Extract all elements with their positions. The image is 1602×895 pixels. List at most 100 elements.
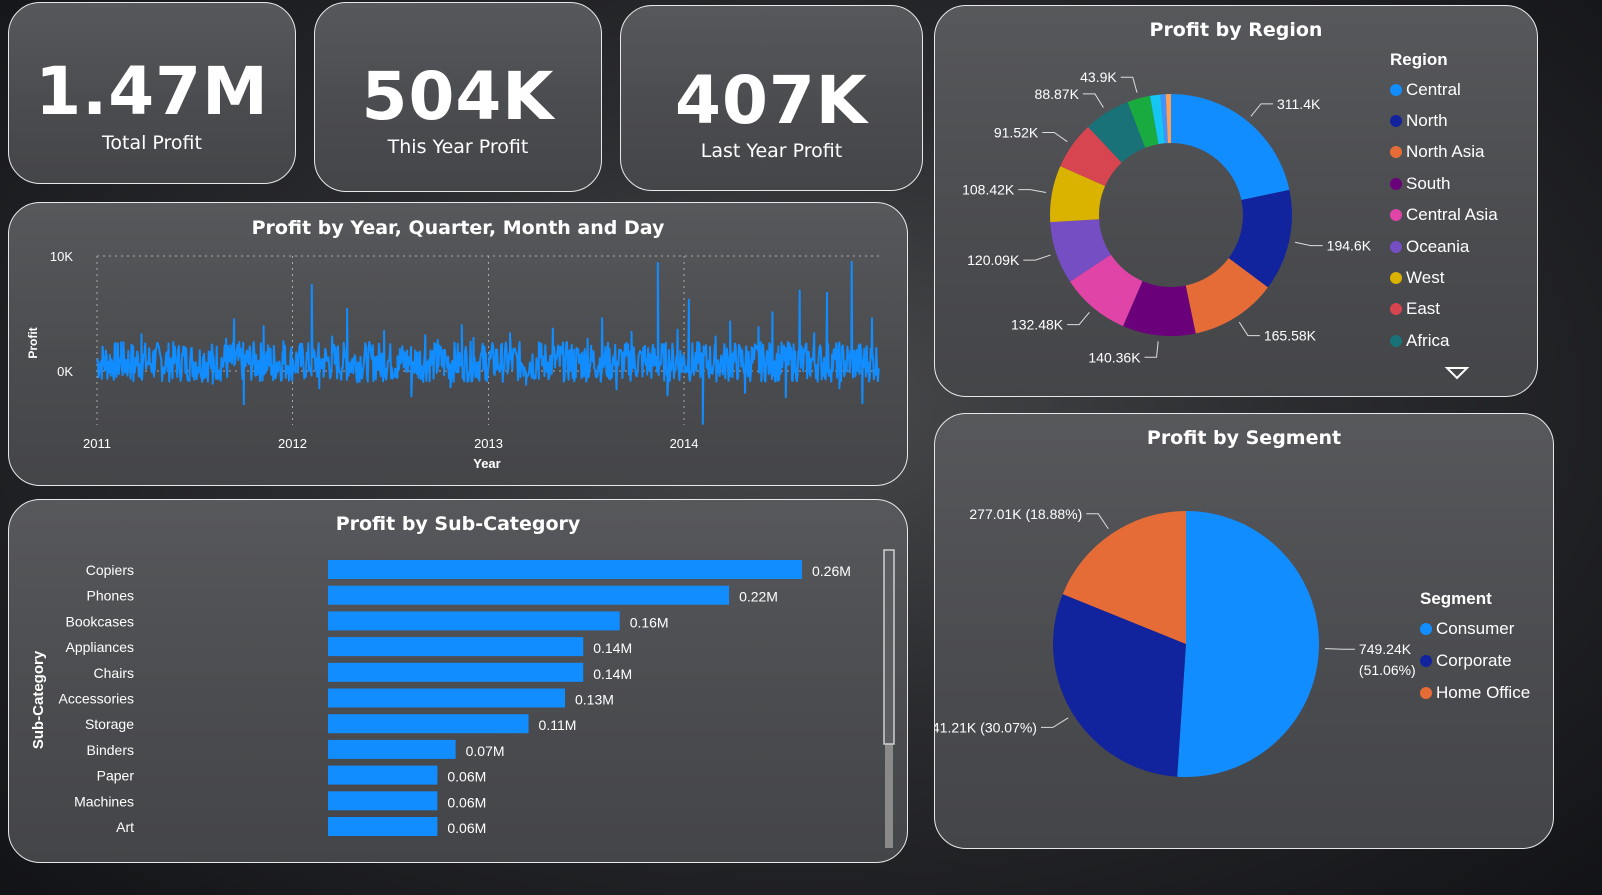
slice-label: 165.58K xyxy=(1264,328,1317,344)
bar xyxy=(328,585,730,605)
pie-slice xyxy=(1177,511,1319,777)
leader-line xyxy=(1040,717,1069,728)
legend-item[interactable]: East xyxy=(1390,294,1498,325)
bar-value-label: 0.16M xyxy=(630,614,669,630)
bar-value-label: 0.06M xyxy=(447,769,486,785)
legend-dot xyxy=(1390,303,1402,316)
leader-line xyxy=(1238,321,1260,337)
legend-label: Central xyxy=(1406,79,1461,99)
x-axis-label: Year xyxy=(473,456,500,471)
region-legend: Region Central North North Asia South Centra… xyxy=(1390,50,1498,357)
leader-line xyxy=(1086,513,1109,530)
legend-label: Corporate xyxy=(1436,651,1512,670)
category-label: Machines xyxy=(74,793,134,809)
slice-label: 749.24K xyxy=(1359,641,1412,657)
slice-label: 277.01K (18.88%) xyxy=(969,506,1082,522)
legend-label: Home Office xyxy=(1436,683,1531,702)
legend-dot xyxy=(1390,334,1402,347)
bar-group: Copiers 0.26M Phones 0.22M Bookcases 0.16M App… xyxy=(59,560,851,836)
kpi-card-this-year-profit[interactable]: 504K This Year Profit xyxy=(314,2,602,192)
category-label: Paper xyxy=(97,768,135,784)
slice-label: 108.42K xyxy=(962,182,1015,198)
leader-line xyxy=(1294,241,1323,247)
bar xyxy=(328,560,802,579)
kpi-card-total-profit[interactable]: 1.47M Total Profit xyxy=(8,2,296,184)
bar xyxy=(328,688,565,708)
bar xyxy=(328,662,584,682)
category-label: Bookcases xyxy=(66,613,134,629)
line-chart-card[interactable]: Profit by Year, Quarter, Month and Day 1… xyxy=(8,202,908,486)
bar xyxy=(328,791,438,811)
legend-dot xyxy=(1390,83,1402,96)
bar xyxy=(328,637,584,657)
legend-dot xyxy=(1390,209,1402,222)
leader-line xyxy=(1042,131,1068,143)
kpi-value: 407K xyxy=(675,62,868,139)
kpi-value: 504K xyxy=(361,58,555,135)
line-chart: 10K 0K 2011 2012 2013 2014 Profit Year xyxy=(26,249,880,471)
slice-label: 43.9K xyxy=(1080,69,1117,85)
leader-line xyxy=(1324,648,1355,650)
legend-label: Africa xyxy=(1406,330,1450,350)
legend-item[interactable]: Africa xyxy=(1390,325,1498,356)
bar-value-label: 0.06M xyxy=(447,820,486,836)
leader-line xyxy=(1120,76,1138,93)
y-axis-label: Sub-Category xyxy=(30,650,47,749)
legend-item[interactable]: Central xyxy=(1390,74,1498,105)
legend-dot xyxy=(1390,146,1402,159)
legend-scroll-down-icon[interactable] xyxy=(1444,367,1470,380)
kpi-label: This Year Profit xyxy=(387,136,529,158)
legend-item[interactable]: Consumer xyxy=(1420,613,1530,645)
legend-label: North Asia xyxy=(1406,142,1485,162)
slice-label: 441.21K (30.07%) xyxy=(935,719,1037,735)
scrollbar-thumb[interactable] xyxy=(883,549,895,745)
legend-item[interactable]: Oceania xyxy=(1390,231,1498,262)
series-line xyxy=(96,260,880,425)
legend-title: Region xyxy=(1390,50,1448,69)
slice-label: 91.52K xyxy=(994,124,1039,140)
legend-title: Segment xyxy=(1420,589,1492,608)
slice-label-percent: (51.06%) xyxy=(1359,662,1416,678)
bar xyxy=(328,714,529,734)
category-label: Art xyxy=(116,819,134,835)
legend-item[interactable]: West xyxy=(1390,262,1498,293)
donut-chart-card[interactable]: Profit by Region 311.4K 194.6K 165.58K 140.… xyxy=(934,5,1538,397)
legend-item[interactable]: North Asia xyxy=(1390,137,1498,168)
legend-dot xyxy=(1390,272,1402,285)
bar-value-label: 0.26M xyxy=(812,563,851,579)
legend-label: East xyxy=(1406,299,1441,319)
bar xyxy=(328,611,620,631)
bar-value-label: 0.07M xyxy=(466,743,505,759)
y-tick-label: 10K xyxy=(50,249,73,264)
leader-line xyxy=(1067,312,1090,326)
bar xyxy=(328,765,438,785)
slice-label: 88.87K xyxy=(1035,86,1080,102)
legend-label: Consumer xyxy=(1436,619,1515,638)
legend-dot xyxy=(1390,177,1402,190)
kpi-label: Total Profit xyxy=(102,132,202,154)
category-label: Accessories xyxy=(59,691,134,707)
y-tick-label: 0K xyxy=(57,364,73,379)
pie-chart-card[interactable]: Profit by Segment 749.24K (51.06%) 441.21K… xyxy=(934,413,1554,849)
x-tick-label: 2014 xyxy=(670,436,699,451)
slice-label: 311.4K xyxy=(1277,96,1321,112)
pie-group: 749.24K (51.06%) 441.21K (30.07%) 277.01K (… xyxy=(935,506,1416,777)
kpi-card-last-year-profit[interactable]: 407K Last Year Profit xyxy=(620,5,923,191)
legend-item[interactable]: North xyxy=(1390,105,1498,136)
legend-dot xyxy=(1390,115,1402,128)
bar-chart-card[interactable]: Profit by Sub-Category Sub-Category Copi… xyxy=(8,499,908,863)
category-label: Appliances xyxy=(66,639,135,655)
legend-item[interactable]: Home Office xyxy=(1420,677,1530,709)
legend-item[interactable]: Central Asia xyxy=(1390,200,1498,231)
category-label: Chairs xyxy=(94,665,134,681)
legend-item[interactable]: South xyxy=(1390,168,1498,199)
leader-line xyxy=(1018,189,1047,193)
kpi-label: Last Year Profit xyxy=(700,140,843,162)
legend-label: Central Asia xyxy=(1406,205,1498,225)
y-axis-label: Profit xyxy=(26,327,40,358)
bar-value-label: 0.06M xyxy=(447,794,486,810)
legend-label: West xyxy=(1406,268,1445,288)
leader-line xyxy=(1082,93,1104,108)
x-tick-label: 2011 xyxy=(83,436,111,451)
legend-item[interactable]: Corporate xyxy=(1420,645,1530,677)
